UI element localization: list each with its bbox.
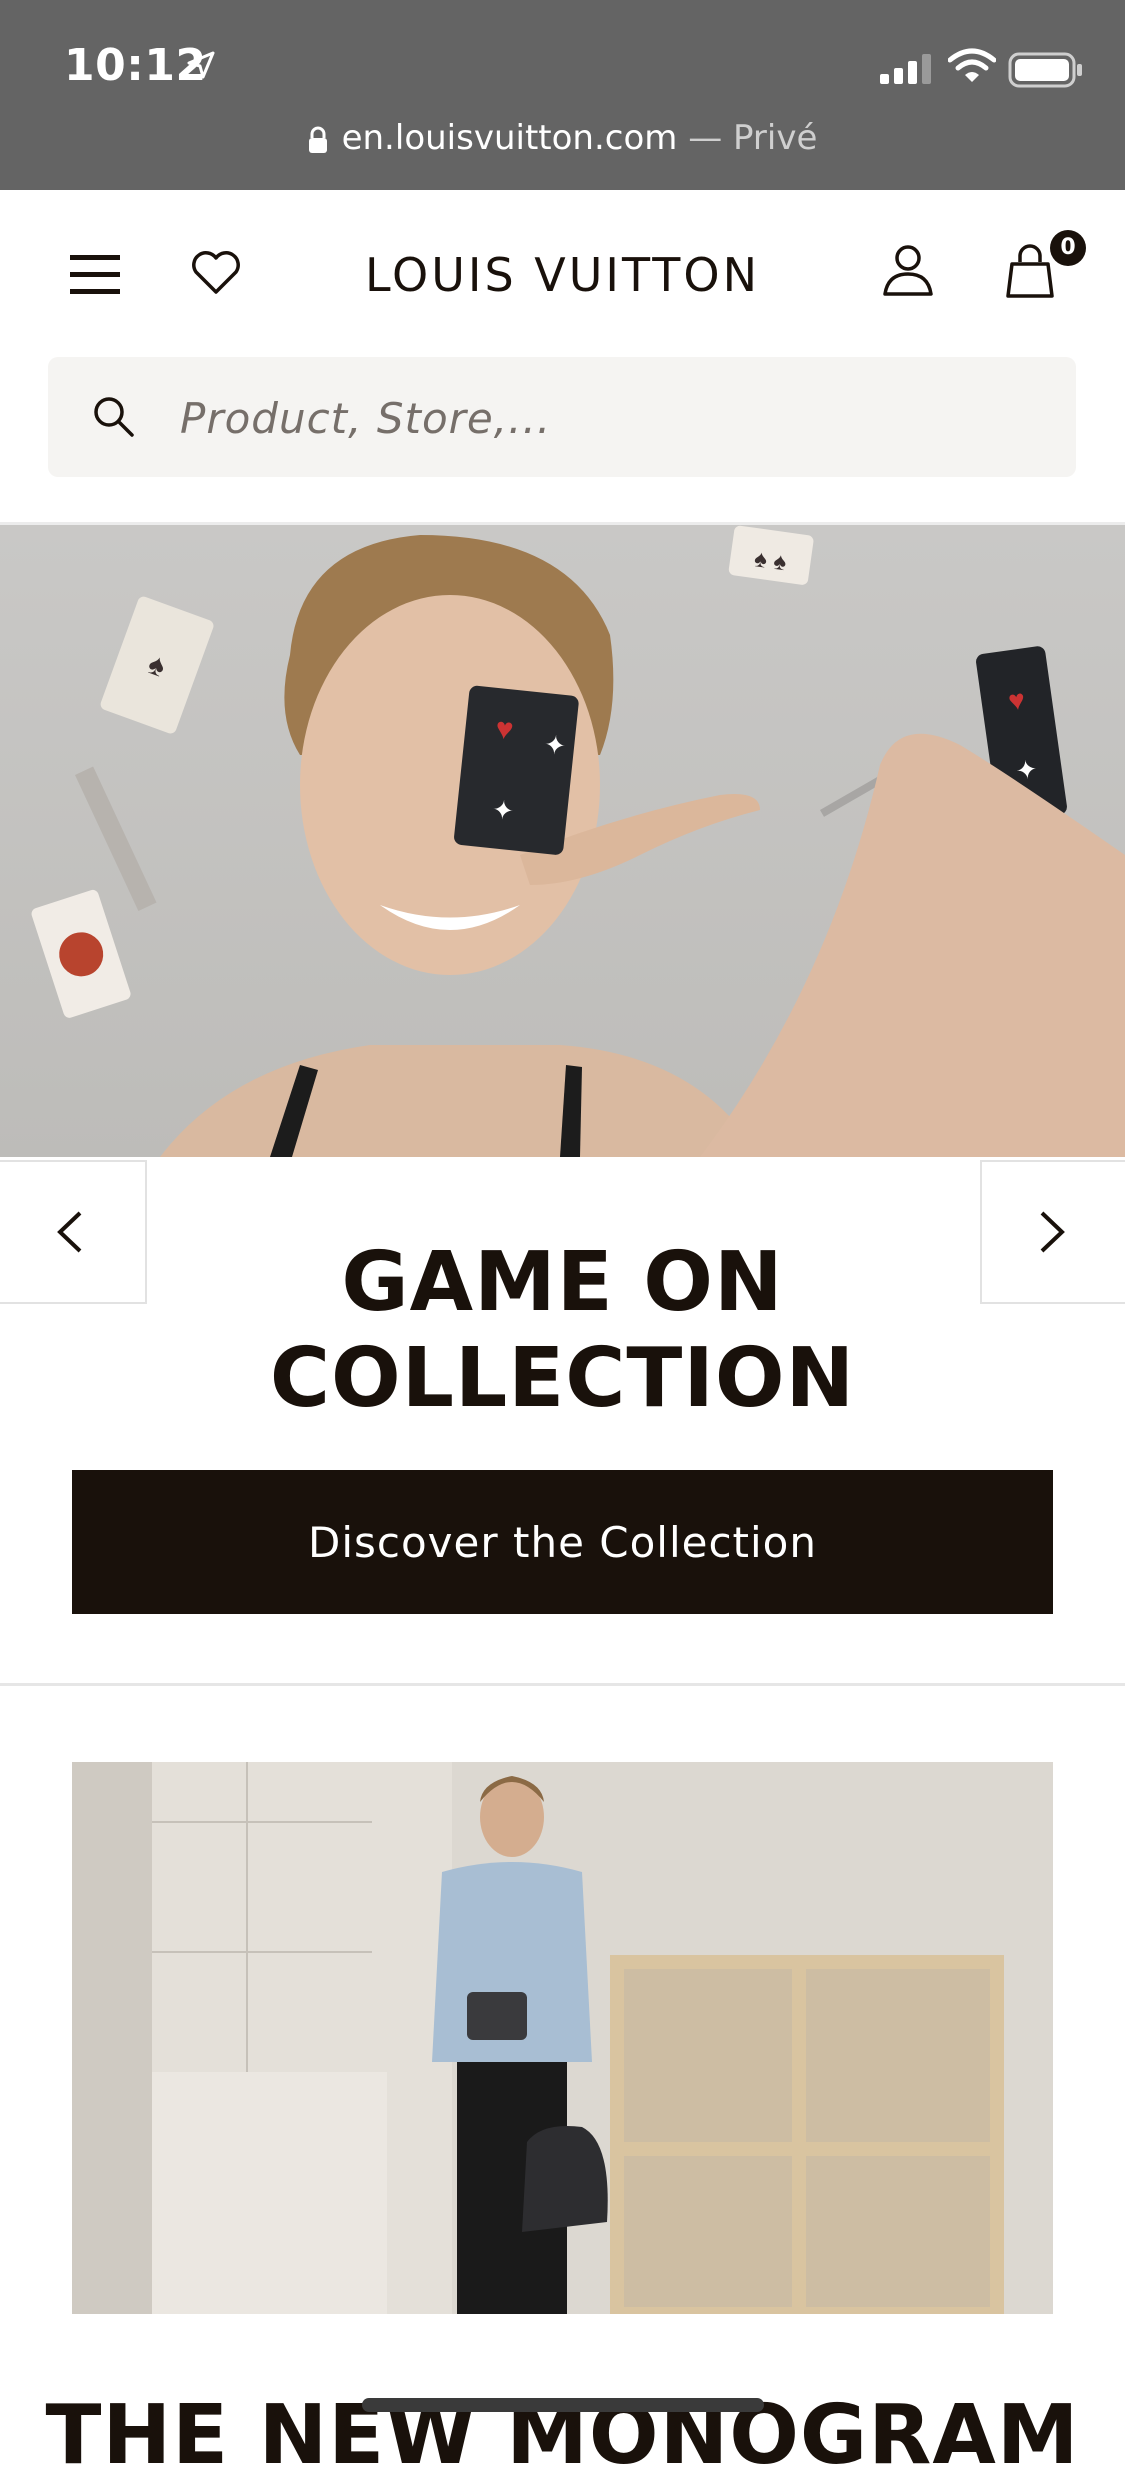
divider: [0, 1683, 1125, 1686]
search-icon: [94, 397, 134, 437]
url-domain: en.louisvuitton.com: [341, 118, 678, 158]
svg-text:✦: ✦: [543, 729, 568, 761]
svg-text:✦: ✦: [1014, 754, 1040, 787]
monogram-illustration: [72, 1762, 1053, 2314]
shopping-bag-icon[interactable]: [1004, 244, 1056, 298]
account-icon[interactable]: [882, 244, 934, 296]
wishlist-heart-icon[interactable]: [190, 250, 242, 296]
site-header: LOUIS VUITTON 0: [0, 190, 1125, 355]
search-bar[interactable]: [48, 357, 1076, 477]
status-bar: 10:12 en.louisvuitton.com — Privé: [0, 0, 1125, 190]
hero-image[interactable]: ♠ ♠ ♠ ♥ ✦ ♥ ✦ ✦: [0, 525, 1125, 1157]
menu-icon[interactable]: [70, 254, 122, 296]
hero-title-line2: COLLECTION: [269, 1331, 856, 1426]
private-mode-label: — Privé: [688, 118, 818, 158]
svg-text:♥: ♥: [494, 712, 515, 747]
discover-collection-button[interactable]: Discover the Collection: [72, 1470, 1053, 1614]
brand-logo[interactable]: LOUIS VUITTON: [0, 248, 1125, 302]
monogram-feature-image[interactable]: [72, 1762, 1053, 2314]
hero-illustration: ♠ ♠ ♠ ♥✦ ♥ ✦✦: [31, 525, 1125, 1157]
location-arrow-icon: [187, 51, 215, 79]
url-bar[interactable]: en.louisvuitton.com — Privé: [0, 118, 1125, 158]
svg-text:✦: ✦: [491, 794, 516, 826]
wifi-icon: [948, 48, 996, 82]
cellular-signal-icon: [880, 54, 931, 84]
bag-count-badge: 0: [1050, 230, 1086, 266]
battery-icon: [1008, 52, 1082, 88]
svg-text:♠ ♠: ♠ ♠: [753, 545, 789, 576]
search-input[interactable]: [178, 377, 1042, 459]
home-indicator[interactable]: [362, 2398, 764, 2412]
hero-title: GAME ON COLLECTION: [0, 1235, 1125, 1427]
lock-icon: [308, 126, 327, 153]
hero-title-line1: GAME ON: [341, 1235, 784, 1330]
